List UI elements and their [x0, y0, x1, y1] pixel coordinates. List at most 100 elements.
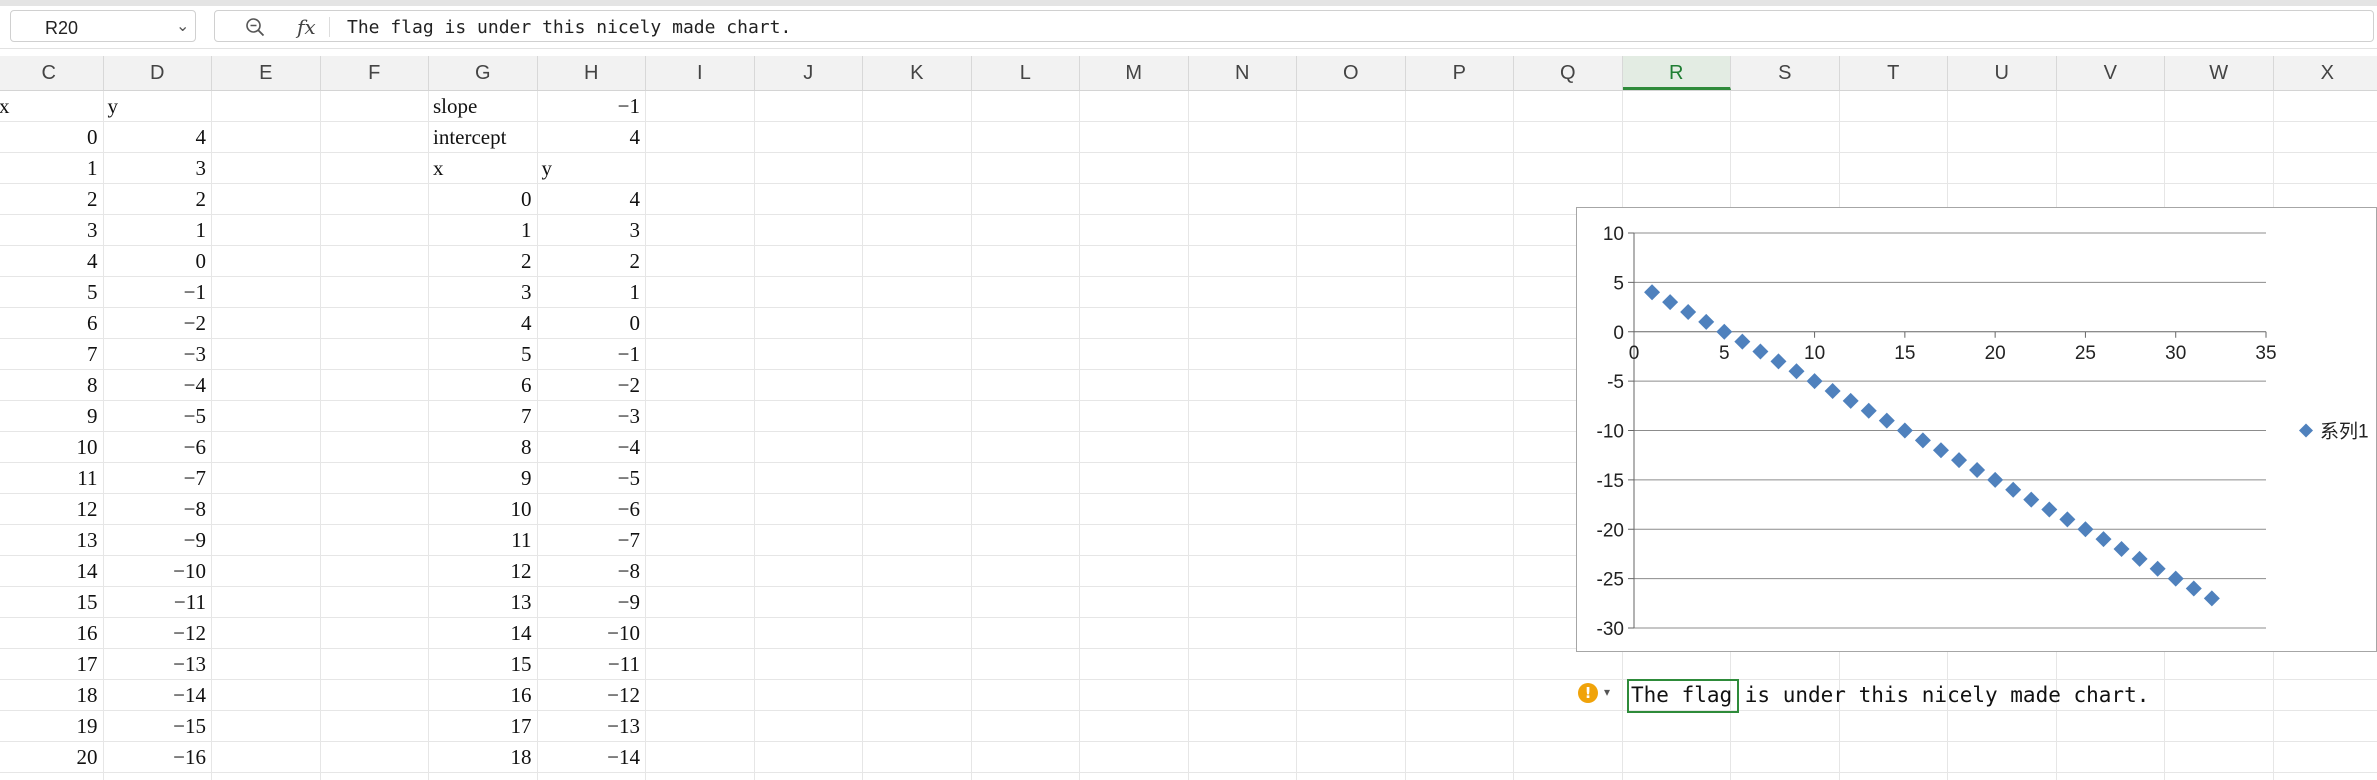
data-point[interactable]: [2113, 541, 2130, 557]
column-header-R[interactable]: R: [1622, 56, 1731, 90]
exclamation-icon[interactable]: !: [1578, 683, 1598, 703]
table2-x-cell[interactable]: 8: [429, 432, 532, 463]
table2-x-cell[interactable]: 10: [429, 494, 532, 525]
data-point[interactable]: [1770, 353, 1787, 370]
table2-x-cell[interactable]: 11: [429, 525, 531, 556]
table2-y-cell[interactable]: −13: [538, 711, 640, 742]
data-point[interactable]: [2185, 580, 2202, 597]
column-header-I[interactable]: I: [646, 56, 755, 90]
table1-x-cell[interactable]: 2: [0, 184, 98, 215]
data-point[interactable]: [2167, 570, 2184, 587]
column-header-Q[interactable]: Q: [1514, 56, 1623, 90]
table2-y-cell[interactable]: −1: [538, 339, 640, 370]
table1-y-cell[interactable]: −8: [104, 494, 206, 525]
data-point[interactable]: [1716, 323, 1733, 340]
column-header-J[interactable]: J: [755, 56, 863, 90]
table2-y-cell[interactable]: −9: [538, 587, 640, 618]
column-header-D[interactable]: D: [104, 56, 212, 90]
data-point[interactable]: [1806, 373, 1823, 390]
data-point[interactable]: [2005, 481, 2022, 498]
table1-y-cell[interactable]: −1: [104, 277, 206, 308]
table2-header-y[interactable]: y: [542, 153, 553, 184]
data-point[interactable]: [1896, 422, 1913, 439]
table2-y-cell[interactable]: −14: [538, 742, 640, 773]
table1-y-cell[interactable]: −11: [104, 587, 206, 618]
table1-x-cell[interactable]: 14: [0, 556, 98, 587]
table1-y-cell[interactable]: −10: [104, 556, 206, 587]
table1-y-cell[interactable]: −7: [104, 463, 206, 494]
column-header-E[interactable]: E: [212, 56, 321, 90]
table1-x-cell[interactable]: 8: [0, 370, 98, 401]
table1-x-cell[interactable]: 19: [0, 711, 98, 742]
table1-x-cell[interactable]: 20: [0, 742, 98, 773]
data-point[interactable]: [1951, 452, 1968, 469]
table1-y-cell[interactable]: −4: [104, 370, 206, 401]
table2-y-cell[interactable]: −2: [538, 370, 640, 401]
zoom-icon[interactable]: [245, 17, 265, 37]
column-header-C[interactable]: C: [0, 56, 104, 90]
formula-input[interactable]: fx The flag is under this nicely made ch…: [214, 10, 2374, 42]
table2-x-cell[interactable]: 3: [429, 277, 532, 308]
table1-y-cell[interactable]: 0: [104, 246, 207, 277]
table2-y-cell[interactable]: −7: [538, 525, 640, 556]
table1-x-cell[interactable]: 13: [0, 525, 98, 556]
data-point[interactable]: [1788, 363, 1805, 380]
table2-header-x[interactable]: x: [433, 153, 444, 184]
column-header-M[interactable]: M: [1080, 56, 1189, 90]
data-point[interactable]: [2149, 560, 2166, 577]
data-point[interactable]: [1698, 313, 1715, 330]
data-point[interactable]: [1824, 383, 1841, 399]
column-header-T[interactable]: T: [1840, 56, 1948, 90]
data-point[interactable]: [1914, 432, 1931, 449]
table2-y-cell[interactable]: −10: [538, 618, 640, 649]
data-point[interactable]: [2059, 511, 2076, 528]
table1-header-x[interactable]: x: [0, 91, 10, 122]
data-point[interactable]: [1752, 343, 1769, 360]
table1-x-cell[interactable]: 4: [0, 246, 98, 277]
table1-x-cell[interactable]: 16: [0, 618, 98, 649]
formula-content[interactable]: The flag is under this nicely made chart…: [347, 17, 791, 38]
data-point[interactable]: [1878, 412, 1895, 429]
table1-y-cell[interactable]: 3: [104, 153, 207, 184]
table2-x-cell[interactable]: 18: [429, 742, 532, 773]
table2-x-cell[interactable]: 1: [429, 215, 532, 246]
table2-y-cell[interactable]: 4: [538, 184, 641, 215]
table2-x-cell[interactable]: 13: [429, 587, 532, 618]
table2-y-cell[interactable]: 2: [538, 246, 641, 277]
column-header-V[interactable]: V: [2057, 56, 2165, 90]
column-header-U[interactable]: U: [1948, 56, 2057, 90]
slope-label[interactable]: slope: [433, 91, 477, 122]
data-point[interactable]: [2077, 521, 2094, 538]
column-header-X[interactable]: X: [2274, 56, 2377, 90]
table2-x-cell[interactable]: 2: [429, 246, 532, 277]
table2-x-cell[interactable]: 14: [429, 618, 532, 649]
table2-y-cell[interactable]: 1: [538, 277, 641, 308]
table1-x-cell[interactable]: 1: [0, 153, 98, 184]
data-point[interactable]: [1932, 442, 1949, 459]
table2-x-cell[interactable]: 12: [429, 556, 532, 587]
table2-x-cell[interactable]: 0: [429, 184, 532, 215]
table1-y-cell[interactable]: −2: [104, 308, 206, 339]
table1-x-cell[interactable]: 5: [0, 277, 98, 308]
data-point[interactable]: [2023, 491, 2040, 508]
table2-y-cell[interactable]: −4: [538, 432, 640, 463]
table1-x-cell[interactable]: 7: [0, 339, 98, 370]
table1-y-cell[interactable]: −6: [104, 432, 206, 463]
chevron-down-icon[interactable]: ▾: [1604, 685, 1610, 699]
data-point[interactable]: [2203, 590, 2220, 607]
column-header-S[interactable]: S: [1731, 56, 1840, 90]
data-point[interactable]: [1860, 402, 1877, 419]
data-point[interactable]: [1680, 304, 1697, 320]
table1-y-cell[interactable]: −14: [104, 680, 206, 711]
column-header-O[interactable]: O: [1297, 56, 1406, 90]
table1-y-cell[interactable]: −5: [104, 401, 206, 432]
data-point[interactable]: [2041, 501, 2058, 518]
table2-y-cell[interactable]: −3: [538, 401, 640, 432]
intercept-label[interactable]: intercept: [433, 122, 506, 153]
table2-y-cell[interactable]: −11: [538, 649, 640, 680]
table1-header-y[interactable]: y: [108, 91, 119, 122]
table2-x-cell[interactable]: 16: [429, 680, 532, 711]
data-point[interactable]: [1969, 462, 1986, 478]
table1-y-cell[interactable]: −16: [104, 742, 206, 773]
table2-x-cell[interactable]: 17: [429, 711, 532, 742]
